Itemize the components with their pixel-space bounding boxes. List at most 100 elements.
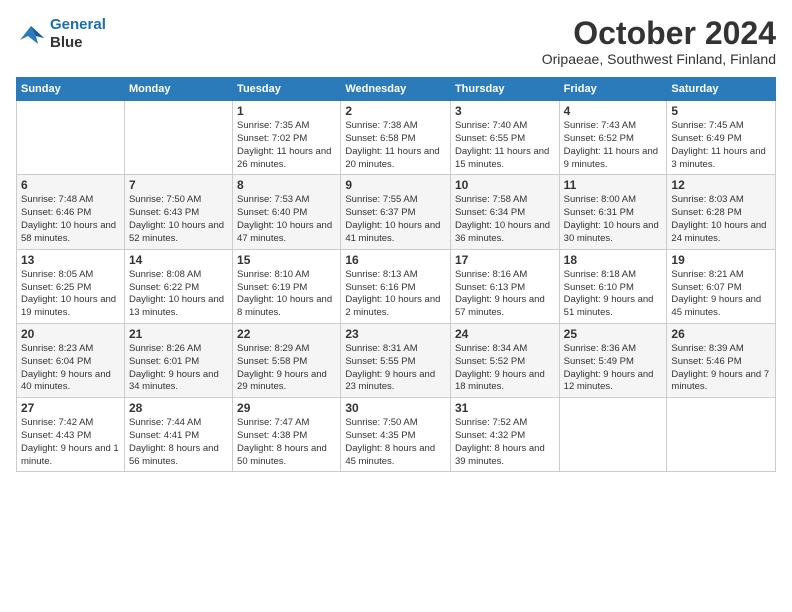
logo-text: General Blue — [50, 16, 106, 52]
day-info: Sunrise: 7:50 AMSunset: 6:43 PMDaylight:… — [129, 194, 228, 245]
calendar-cell: 18Sunrise: 8:18 AMSunset: 6:10 PMDayligh… — [559, 249, 667, 323]
calendar-cell: 24 Sunrise: 8:34 AMSunset: 5:52 PMDayligh… — [450, 323, 559, 397]
calendar-cell: 10 Sunrise: 7:58 AMSunset: 6:34 PMDayligh… — [450, 175, 559, 249]
day-info: Sunrise: 8:13 AMSunset: 6:16 PMDaylight:… — [345, 269, 446, 320]
day-number: 29 — [237, 401, 336, 415]
day-number: 25 — [564, 327, 663, 341]
day-number: 7 — [129, 178, 228, 192]
calendar-cell: 14 Sunrise: 8:08 AMSunset: 6:22 PMDayligh… — [124, 249, 232, 323]
calendar-week-row: 27 Sunrise: 7:42 AMSunset: 4:43 PMDayligh… — [17, 398, 776, 472]
day-info: Sunrise: 7:47 AMSunset: 4:38 PMDaylight:… — [237, 417, 336, 468]
day-info: Sunrise: 8:39 AMSunset: 5:46 PMDaylight:… — [671, 343, 771, 394]
calendar-cell — [559, 398, 667, 472]
day-info: Sunrise: 8:00 AMSunset: 6:31 PMDaylight:… — [564, 194, 663, 245]
calendar-cell: 2 Sunrise: 7:38 AMSunset: 6:58 PMDaylight… — [341, 101, 451, 175]
day-header-thursday: Thursday — [450, 78, 559, 101]
day-number: 1 — [237, 104, 336, 118]
day-number: 20 — [21, 327, 120, 341]
title-area: October 2024 Oripaeae, Southwest Finland… — [542, 16, 776, 67]
calendar-cell — [667, 398, 776, 472]
day-info: Sunrise: 7:42 AMSunset: 4:43 PMDaylight:… — [21, 417, 120, 468]
day-info: Sunrise: 8:23 AMSunset: 6:04 PMDaylight:… — [21, 343, 120, 394]
calendar-cell: 9 Sunrise: 7:55 AMSunset: 6:37 PMDaylight… — [341, 175, 451, 249]
calendar-cell: 19 Sunrise: 8:21 AMSunset: 6:07 PMDayligh… — [667, 249, 776, 323]
day-info: Sunrise: 8:29 AMSunset: 5:58 PMDaylight:… — [237, 343, 336, 394]
calendar-cell: 11 Sunrise: 8:00 AMSunset: 6:31 PMDayligh… — [559, 175, 667, 249]
calendar-cell: 15 Sunrise: 8:10 AMSunset: 6:19 PMDayligh… — [233, 249, 341, 323]
calendar-header-row: SundayMondayTuesdayWednesdayThursdayFrid… — [17, 78, 776, 101]
day-info: Sunrise: 8:31 AMSunset: 5:55 PMDaylight:… — [345, 343, 446, 394]
day-number: 2 — [345, 104, 446, 118]
month-title: October 2024 — [542, 16, 776, 51]
calendar-cell: 16Sunrise: 8:13 AMSunset: 6:16 PMDayligh… — [341, 249, 451, 323]
calendar-cell: 21 Sunrise: 8:26 AMSunset: 6:01 PMDayligh… — [124, 323, 232, 397]
day-info: Sunrise: 7:55 AMSunset: 6:37 PMDaylight:… — [345, 194, 446, 245]
day-info: Sunrise: 8:16 AMSunset: 6:13 PMDaylight:… — [455, 269, 555, 320]
day-number: 14 — [129, 253, 228, 267]
day-number: 30 — [345, 401, 446, 415]
day-info: Sunrise: 8:21 AMSunset: 6:07 PMDaylight:… — [671, 269, 771, 320]
day-number: 27 — [21, 401, 120, 415]
day-header-sunday: Sunday — [17, 78, 125, 101]
location-subtitle: Oripaeae, Southwest Finland, Finland — [542, 51, 776, 67]
day-number: 11 — [564, 178, 663, 192]
calendar-cell: 22 Sunrise: 8:29 AMSunset: 5:58 PMDayligh… — [233, 323, 341, 397]
day-number: 21 — [129, 327, 228, 341]
calendar-cell: 5 Sunrise: 7:45 AMSunset: 6:49 PMDaylight… — [667, 101, 776, 175]
day-number: 8 — [237, 178, 336, 192]
calendar-cell — [17, 101, 125, 175]
day-info: Sunrise: 8:36 AMSunset: 5:49 PMDaylight:… — [564, 343, 663, 394]
day-info: Sunrise: 8:10 AMSunset: 6:19 PMDaylight:… — [237, 269, 336, 320]
calendar-week-row: 6Sunrise: 7:48 AMSunset: 6:46 PMDaylight… — [17, 175, 776, 249]
calendar-cell: 7 Sunrise: 7:50 AMSunset: 6:43 PMDaylight… — [124, 175, 232, 249]
day-number: 3 — [455, 104, 555, 118]
day-info: Sunrise: 8:08 AMSunset: 6:22 PMDaylight:… — [129, 269, 228, 320]
calendar-cell: 26 Sunrise: 8:39 AMSunset: 5:46 PMDayligh… — [667, 323, 776, 397]
day-number: 15 — [237, 253, 336, 267]
day-number: 17 — [455, 253, 555, 267]
calendar-cell: 17 Sunrise: 8:16 AMSunset: 6:13 PMDayligh… — [450, 249, 559, 323]
calendar-cell: 31 Sunrise: 7:52 AMSunset: 4:32 PMDayligh… — [450, 398, 559, 472]
day-info: Sunrise: 8:34 AMSunset: 5:52 PMDaylight:… — [455, 343, 555, 394]
day-number: 24 — [455, 327, 555, 341]
day-number: 13 — [21, 253, 120, 267]
day-header-saturday: Saturday — [667, 78, 776, 101]
logo-icon — [16, 22, 46, 46]
day-number: 18 — [564, 253, 663, 267]
calendar-week-row: 1Sunrise: 7:35 AMSunset: 7:02 PMDaylight… — [17, 101, 776, 175]
header: General Blue October 2024 Oripaeae, Sout… — [16, 16, 776, 67]
day-info: Sunrise: 7:43 AMSunset: 6:52 PMDaylight:… — [564, 120, 663, 171]
calendar-cell: 23Sunrise: 8:31 AMSunset: 5:55 PMDayligh… — [341, 323, 451, 397]
day-number: 19 — [671, 253, 771, 267]
day-number: 28 — [129, 401, 228, 415]
calendar-cell: 25 Sunrise: 8:36 AMSunset: 5:49 PMDayligh… — [559, 323, 667, 397]
day-number: 26 — [671, 327, 771, 341]
calendar-table: SundayMondayTuesdayWednesdayThursdayFrid… — [16, 77, 776, 472]
day-info: Sunrise: 8:26 AMSunset: 6:01 PMDaylight:… — [129, 343, 228, 394]
calendar-cell: 12Sunrise: 8:03 AMSunset: 6:28 PMDayligh… — [667, 175, 776, 249]
day-header-wednesday: Wednesday — [341, 78, 451, 101]
calendar-cell: 29 Sunrise: 7:47 AMSunset: 4:38 PMDayligh… — [233, 398, 341, 472]
day-number: 9 — [345, 178, 446, 192]
day-info: Sunrise: 8:03 AMSunset: 6:28 PMDaylight:… — [671, 194, 771, 245]
calendar-cell — [124, 101, 232, 175]
day-number: 31 — [455, 401, 555, 415]
day-number: 4 — [564, 104, 663, 118]
calendar-cell: 1Sunrise: 7:35 AMSunset: 7:02 PMDaylight… — [233, 101, 341, 175]
day-info: Sunrise: 7:45 AMSunset: 6:49 PMDaylight:… — [671, 120, 771, 171]
calendar-cell: 3 Sunrise: 7:40 AMSunset: 6:55 PMDaylight… — [450, 101, 559, 175]
day-info: Sunrise: 7:38 AMSunset: 6:58 PMDaylight:… — [345, 120, 446, 171]
day-number: 10 — [455, 178, 555, 192]
day-info: Sunrise: 7:52 AMSunset: 4:32 PMDaylight:… — [455, 417, 555, 468]
day-number: 5 — [671, 104, 771, 118]
calendar-cell: 6Sunrise: 7:48 AMSunset: 6:46 PMDaylight… — [17, 175, 125, 249]
logo: General Blue — [16, 16, 106, 52]
day-info: Sunrise: 7:58 AMSunset: 6:34 PMDaylight:… — [455, 194, 555, 245]
day-header-tuesday: Tuesday — [233, 78, 341, 101]
day-info: Sunrise: 7:44 AMSunset: 4:41 PMDaylight:… — [129, 417, 228, 468]
day-info: Sunrise: 7:50 AMSunset: 4:35 PMDaylight:… — [345, 417, 446, 468]
calendar-week-row: 20 Sunrise: 8:23 AMSunset: 6:04 PMDayligh… — [17, 323, 776, 397]
day-info: Sunrise: 7:40 AMSunset: 6:55 PMDaylight:… — [455, 120, 555, 171]
page: General Blue October 2024 Oripaeae, Sout… — [0, 0, 792, 612]
day-number: 22 — [237, 327, 336, 341]
